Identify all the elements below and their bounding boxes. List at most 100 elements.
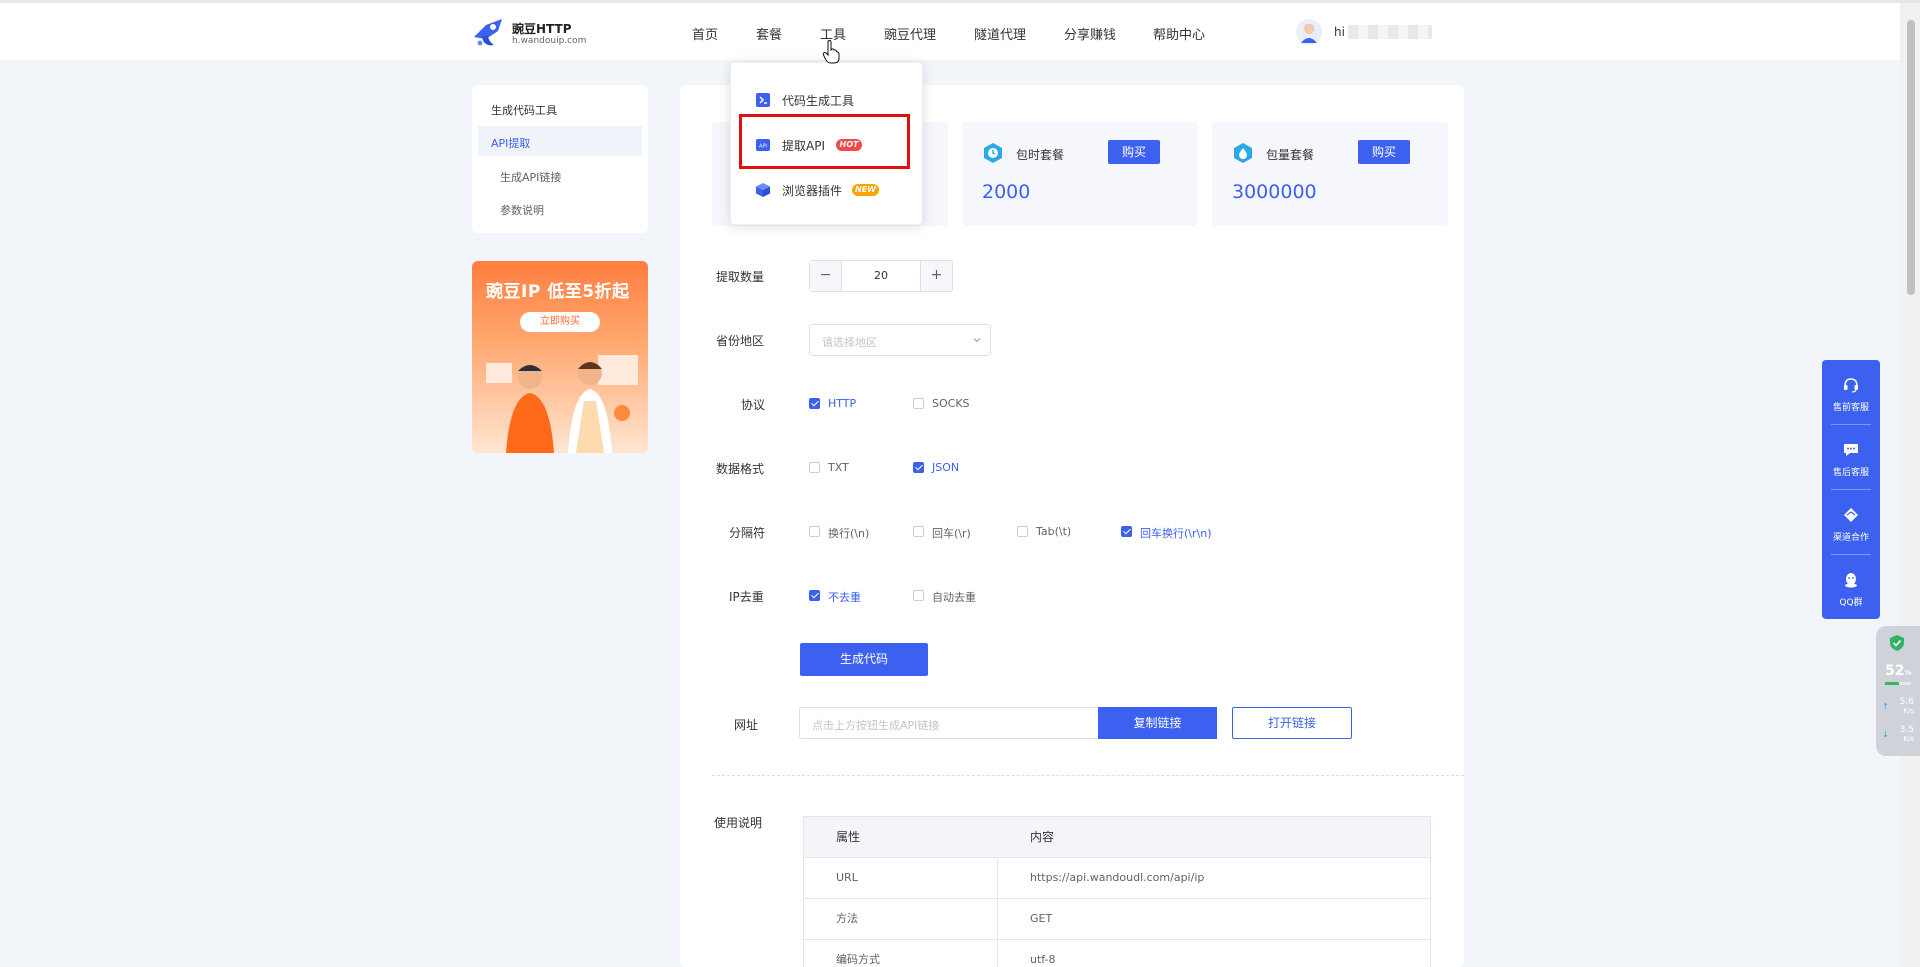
checkbox[interactable] [809,462,820,473]
banner-title: 豌豆IP 低至5折起 [486,282,630,302]
checkbox[interactable] [913,398,924,409]
sidebar-item-api-extract[interactable]: API提取 [491,135,530,151]
checkbox[interactable] [913,526,924,537]
memory-usage-bar [1885,682,1911,685]
plan-name: 包时套餐 [1016,148,1065,162]
float-item-aftersales[interactable]: 售后客服 [1822,425,1880,489]
option-label: 换行(\n) [828,527,870,540]
banner-illustration [486,355,638,453]
quantity-stepper: − 20 + [809,260,953,292]
url-field[interactable]: 点击上方按钮生成API链接 [799,707,1099,739]
avatar [1296,19,1322,45]
checkbox[interactable] [809,398,820,409]
dropdown-item-browser-plugin[interactable]: 浏览器插件 NEW [731,172,922,208]
logo-title: 豌豆HTTP [512,22,572,36]
browser-plugin-icon [756,183,770,197]
table-cell: 编码方式 [836,953,880,966]
checkbox[interactable] [1121,526,1132,537]
nav-share-earn[interactable]: 分享赚钱 [1064,24,1116,43]
copy-link-button[interactable]: 复制链接 [1098,707,1217,739]
region-select[interactable]: 请选择地区 [809,324,991,356]
nav-packages[interactable]: 套餐 [756,24,782,43]
download-speed: 3.5 K/s [1899,725,1914,744]
page-scrollbar[interactable] [1900,3,1920,967]
nav-help-center[interactable]: 帮助中心 [1153,24,1205,43]
shield-check-icon [1890,635,1904,651]
qq-icon [1845,573,1857,588]
plan-name: 包量套餐 [1266,148,1315,162]
new-badge: NEW [852,184,879,196]
sidebar-item-params[interactable]: 参数说明 [500,202,544,218]
sidebar-item-code-tool[interactable]: 生成代码工具 [491,102,557,118]
dropdown-item-code-tool[interactable]: 代码生成工具 [731,82,922,118]
dropdown-item-label: 代码生成工具 [782,94,855,108]
quantity-input[interactable]: 20 [842,261,920,291]
checkbox[interactable] [809,526,820,537]
chat-icon [1844,444,1858,456]
highlight-annotation-box [739,114,910,169]
plan-buy-button[interactable]: 购买 [1358,140,1410,164]
option-label: Tab(\t) [1036,525,1072,538]
download-arrow-icon: ↓ [1882,730,1889,739]
nav-tunnel-proxy[interactable]: 隧道代理 [974,24,1026,43]
table-header-cell: 属性 [836,830,861,844]
table-cell: 方法 [836,912,858,925]
sidebar-menu: 生成代码工具 API提取 生成API链接 参数说明 [472,85,648,233]
quantity-label: 提取数量 [716,270,765,284]
float-item-label: QQ群 [1839,598,1863,608]
hexagon-drop-icon [1234,143,1252,163]
float-item-qq-group[interactable]: QQ群 [1822,555,1880,619]
usage-table: 属性 内容 URL https://api.wandoudl.com/api/i… [803,816,1431,967]
quantity-increment-button[interactable]: + [920,261,952,291]
table-row: URL https://api.wandoudl.com/api/ip [804,858,1430,899]
float-item-presales[interactable]: 售前客服 [1822,360,1880,424]
quantity-decrement-button[interactable]: − [810,261,842,291]
site-header: 豌豆HTTP h.wandouip.com 首页 套餐 工具 豌豆代理 隧道代理… [0,3,1900,60]
option-label: 不去重 [828,591,861,604]
hand-cursor-icon [822,40,840,64]
format-label: 数据格式 [716,462,765,476]
banner-buy-button[interactable]: 立即购买 [520,312,600,332]
float-item-label: 售后客服 [1832,468,1869,478]
checkbox[interactable] [913,590,924,601]
checkbox[interactable] [809,590,820,601]
network-monitor-widget[interactable]: 52% ↑ 5.6 K/s ↓ 3.5 K/s [1876,626,1920,756]
code-tool-icon [756,93,770,107]
section-divider [712,775,1464,776]
nav-home[interactable]: 首页 [692,24,718,43]
option-label: TXT [828,461,849,474]
float-item-partnership[interactable]: 渠道合作 [1822,490,1880,554]
url-label: 网址 [734,718,759,732]
usage-label: 使用说明 [714,816,763,830]
table-header-row: 属性 内容 [804,817,1430,858]
table-cell: GET [1030,912,1053,925]
option-label: 回车(\r) [932,527,971,540]
url-placeholder: 点击上方按钮生成API链接 [812,719,940,732]
separator-label: 分隔符 [729,526,766,540]
protocol-label: 协议 [741,398,766,412]
plan-card-time: 包时套餐 购买 2000 [962,122,1198,226]
sidebar-item-generate-link[interactable]: 生成API链接 [500,169,561,185]
dedup-label: IP去重 [729,590,764,604]
plan-value: 3000000 [1232,181,1317,203]
option-label: 自动去重 [932,591,976,604]
checkbox[interactable] [1017,526,1028,537]
memory-percent: 52% [1885,663,1912,679]
checkbox[interactable] [913,462,924,473]
float-item-label: 售前客服 [1832,403,1869,413]
table-row: 方法 GET [804,899,1430,940]
promo-banner[interactable]: 豌豆IP 低至5折起 立即购买 [472,261,648,453]
option-label: JSON [932,461,960,474]
username-redacted [1348,25,1432,39]
table-cell: https://api.wandoudl.com/api/ip [1030,871,1205,884]
region-placeholder: 请选择地区 [822,336,877,349]
nav-wandou-proxy[interactable]: 豌豆代理 [884,24,936,43]
open-link-button[interactable]: 打开链接 [1232,707,1352,739]
option-label: SOCKS [932,397,970,410]
table-row: 编码方式 utf-8 [804,940,1430,967]
scrollbar-thumb[interactable] [1907,20,1915,295]
table-cell: utf-8 [1030,953,1056,966]
generate-code-button[interactable]: 生成代码 [800,643,928,676]
plan-buy-button[interactable]: 购买 [1108,140,1160,164]
site-logo[interactable]: 豌豆HTTP h.wandouip.com [472,17,592,51]
